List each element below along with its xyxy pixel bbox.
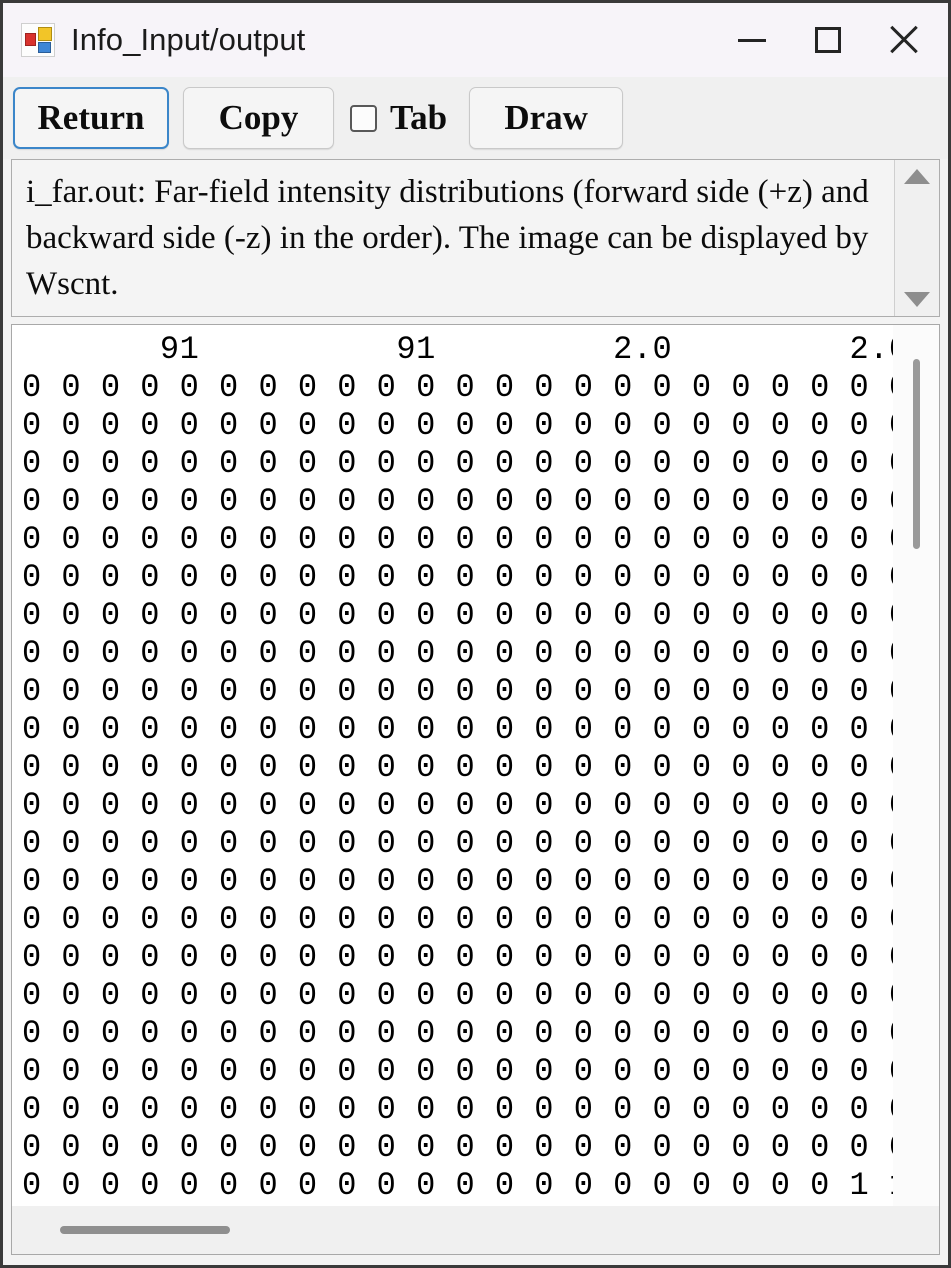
tab-checkbox-label: Tab: [390, 98, 448, 137]
data-grid-row: 0 0 0 0 0 0 0 0 0 0 0 0 0 0 0 0 0 0 0 0 …: [22, 901, 893, 938]
data-grid-row: 0 0 0 0 0 0 0 0 0 0 0 0 0 0 0 0 0 0 0 0 …: [22, 749, 893, 786]
close-icon: [888, 24, 920, 56]
window-controls: [714, 3, 942, 77]
app-icon-red-square: [25, 33, 36, 46]
data-grid-row: 0 0 0 0 0 0 0 0 0 0 0 0 0 0 0 0 0 0 0 0 …: [22, 1015, 893, 1052]
description-scrollbar[interactable]: [894, 160, 939, 316]
data-grid-row: 0 0 0 0 0 0 0 0 0 0 0 0 0 0 0 0 0 0 0 0 …: [22, 597, 893, 634]
tab-checkbox-group[interactable]: Tab: [350, 98, 447, 138]
data-grid-row: 0 0 0 0 0 0 0 0 0 0 0 0 0 0 0 0 0 0 0 0 …: [22, 369, 893, 406]
data-grid-row: 0 0 0 0 0 0 0 0 0 0 0 0 0 0 0 0 0 0 0 0 …: [22, 635, 893, 672]
window-bottom-padding: [3, 1255, 948, 1265]
data-grid-row: 0 0 0 0 0 0 0 0 0 0 0 0 0 0 0 0 0 0 0 0 …: [22, 407, 893, 444]
data-vertical-scrollbar[interactable]: [893, 325, 939, 1206]
maximize-button[interactable]: [790, 8, 866, 72]
data-grid-row: 0 0 0 0 0 0 0 0 0 0 0 0 0 0 0 0 0 0 0 0 …: [22, 673, 893, 710]
scroll-down-arrow-icon[interactable]: [904, 292, 930, 307]
data-grid-row: 0 0 0 0 0 0 0 0 0 0 0 0 0 0 0 0 0 0 0 0 …: [22, 445, 893, 482]
data-grid-body: 91 91 2.0 2.0 -6 0 0 0 0 0 0 0 0 0 0 0 0…: [12, 325, 939, 1206]
data-grid-row: 0 0 0 0 0 0 0 0 0 0 0 0 0 0 0 0 0 0 0 0 …: [22, 863, 893, 900]
data-grid-row: 0 0 0 0 0 0 0 0 0 0 0 0 0 0 0 0 0 0 0 0 …: [22, 939, 893, 976]
data-grid-row: 0 0 0 0 0 0 0 0 0 0 0 0 0 0 0 0 0 0 0 0 …: [22, 711, 893, 748]
return-button[interactable]: Return: [13, 87, 169, 149]
app-grid-icon: [21, 23, 55, 57]
scroll-up-arrow-icon[interactable]: [904, 169, 930, 184]
data-grid-rows: 0 0 0 0 0 0 0 0 0 0 0 0 0 0 0 0 0 0 0 0 …: [22, 369, 893, 1205]
data-grid-panel: 91 91 2.0 2.0 -6 0 0 0 0 0 0 0 0 0 0 0 0…: [11, 324, 940, 1255]
data-grid-row: 0 0 0 0 0 0 0 0 0 0 0 0 0 0 0 0 0 0 0 0 …: [22, 1167, 893, 1204]
data-grid-row: 0 0 0 0 0 0 0 0 0 0 0 0 0 0 0 0 0 0 0 0 …: [22, 521, 893, 558]
data-grid-row: 0 0 0 0 0 0 0 0 0 0 0 0 0 0 0 0 0 0 0 0 …: [22, 1091, 893, 1128]
data-grid-row: 0 0 0 0 0 0 0 0 0 0 0 0 0 0 0 0 0 0 0 0 …: [22, 483, 893, 520]
maximize-icon: [815, 27, 841, 53]
data-grid-row: 0 0 0 0 0 0 0 0 0 0 0 0 0 0 0 0 0 0 0 0 …: [22, 787, 893, 824]
data-horizontal-scrollbar-thumb[interactable]: [60, 1226, 230, 1234]
data-grid-header-row: 91 91 2.0 2.0 -6 0: [159, 331, 893, 368]
close-button[interactable]: [866, 8, 942, 72]
data-horizontal-scrollbar[interactable]: [12, 1206, 939, 1254]
data-vertical-scrollbar-thumb[interactable]: [912, 359, 920, 549]
draw-button[interactable]: Draw: [469, 87, 624, 149]
data-grid-text[interactable]: 91 91 2.0 2.0 -6 0 0 0 0 0 0 0 0 0 0 0 0…: [12, 325, 893, 1206]
description-text: i_far.out: Far-field intensity distribut…: [26, 174, 869, 302]
data-grid-row: 0 0 0 0 0 0 0 0 0 0 0 0 0 0 0 0 0 0 0 0 …: [22, 825, 893, 862]
app-icon-blue-square: [38, 42, 51, 53]
minimize-icon: [738, 38, 766, 42]
tab-checkbox[interactable]: [350, 104, 377, 132]
copy-button[interactable]: Copy: [183, 87, 334, 149]
data-grid-row: 0 0 0 0 0 0 0 0 0 0 0 0 0 0 0 0 0 0 0 0 …: [22, 1053, 893, 1090]
data-grid-row: 0 0 0 0 0 0 0 0 0 0 0 0 0 0 0 0 0 0 0 0 …: [22, 977, 893, 1014]
description-panel: i_far.out: Far-field intensity distribut…: [11, 159, 940, 317]
info-input-output-window: Info_Input/output Return Copy Tab Draw i…: [0, 0, 951, 1268]
app-icon-yellow-square: [38, 27, 52, 41]
minimize-button[interactable]: [714, 8, 790, 72]
toolbar: Return Copy Tab Draw: [3, 77, 948, 228]
data-grid-row: 0 0 0 0 0 0 0 0 0 0 0 0 0 0 0 0 0 0 0 0 …: [22, 559, 893, 596]
window-title: Info_Input/output: [71, 22, 306, 57]
title-bar: Info_Input/output: [3, 3, 948, 77]
data-grid-row: 0 0 0 0 0 0 0 0 0 0 0 0 0 0 0 0 0 0 0 0 …: [22, 1129, 893, 1166]
